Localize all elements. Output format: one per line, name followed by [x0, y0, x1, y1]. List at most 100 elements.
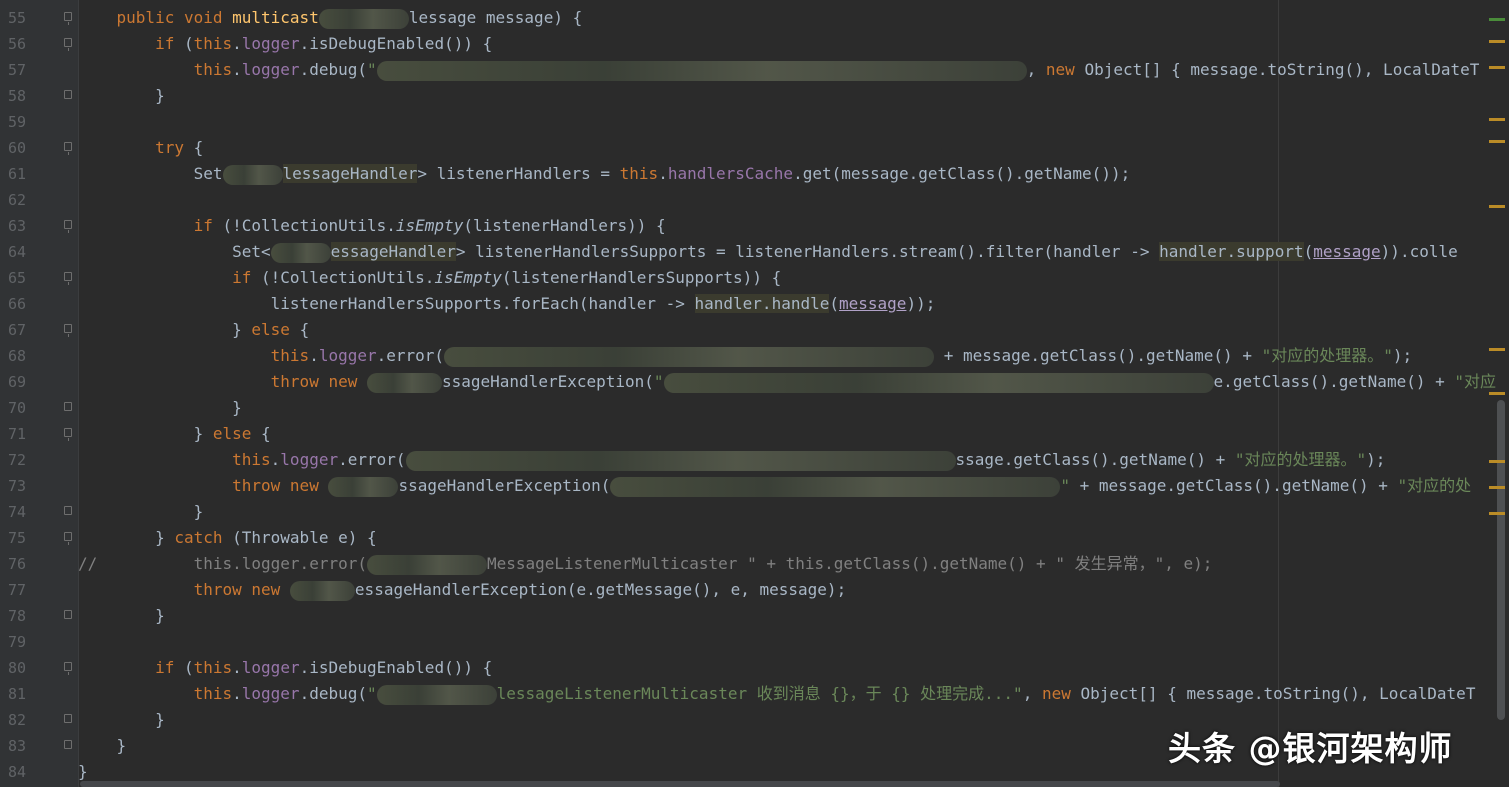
redacted-text — [366, 372, 442, 393]
code-line[interactable]: 55 public void multicast lessage message)… — [0, 5, 1509, 31]
code-token: } — [78, 710, 165, 729]
fold-marker-icon[interactable] — [64, 662, 72, 675]
code-token: new — [1041, 684, 1081, 703]
code-token: (Throwable e) { — [232, 528, 377, 547]
code-token: if — [155, 34, 184, 53]
code-line[interactable]: 69 throw new ssageHandlerException(" e.ge… — [0, 369, 1509, 395]
code-token: (!CollectionUtils. — [222, 216, 396, 235]
code-token: } — [78, 502, 204, 521]
error-stripe-marker[interactable] — [1489, 348, 1505, 351]
error-stripe-marker[interactable] — [1489, 460, 1505, 463]
code-line[interactable]: 65 if (!CollectionUtils.isEmpty(listener… — [0, 265, 1509, 291]
error-stripe-marker[interactable] — [1489, 18, 1505, 21]
code-line[interactable]: 76 // this.logger.error(MessageListenerMu… — [0, 551, 1509, 577]
redacted-text — [376, 60, 1027, 81]
code-token: .isDebugEnabled()) { — [299, 34, 493, 53]
code-line[interactable]: 73 throw new ssageHandlerException(" + m… — [0, 473, 1509, 499]
line-number: 74 — [7, 503, 26, 521]
code-line[interactable]: 78 } — [0, 603, 1509, 629]
vertical-scrollbar[interactable] — [1487, 0, 1509, 787]
code-line[interactable]: 56 if (this.logger.isDebugEnabled()) { — [0, 31, 1509, 57]
line-number: 59 — [7, 113, 26, 131]
code-token: try — [155, 138, 194, 157]
code-token: lessageHandler — [282, 164, 418, 183]
redacted-text — [222, 164, 283, 185]
error-stripe-marker[interactable] — [1489, 118, 1505, 121]
code-line[interactable]: 72 this.logger.error(ssage.getClass().ge… — [0, 447, 1509, 473]
fold-marker-icon[interactable] — [64, 12, 72, 25]
code-line[interactable]: 60 try { — [0, 135, 1509, 161]
fold-marker-icon[interactable] — [64, 324, 72, 337]
fold-marker-icon[interactable] — [64, 90, 72, 99]
code-line[interactable]: 59 — [0, 109, 1509, 135]
code-line[interactable]: 62 — [0, 187, 1509, 213]
error-stripe-marker[interactable] — [1489, 512, 1505, 515]
code-editor[interactable]: 55 public void multicast lessage message)… — [0, 0, 1509, 787]
code-line[interactable]: 58 } — [0, 83, 1509, 109]
code-token: } — [78, 86, 165, 105]
line-number: 56 — [7, 35, 26, 53]
code-token: .isDebugEnabled()) { — [299, 658, 493, 677]
code-token: .debug( — [299, 60, 367, 79]
code-text: if (!CollectionUtils.isEmpty(listenerHan… — [78, 213, 666, 239]
code-line[interactable]: 75 } catch (Throwable e) { — [0, 525, 1509, 551]
fold-marker-icon[interactable] — [64, 506, 72, 515]
code-token: logger — [241, 658, 300, 677]
error-stripe-marker[interactable] — [1489, 140, 1505, 143]
code-token: logger — [318, 346, 377, 365]
code-line[interactable]: 80 if (this.logger.isDebugEnabled()) { — [0, 655, 1509, 681]
code-line[interactable]: 74 } — [0, 499, 1509, 525]
fold-marker-icon[interactable] — [64, 714, 72, 723]
code-token: (!CollectionUtils. — [261, 268, 435, 287]
code-line[interactable]: 81 this.logger.debug(" lessageListenerMul… — [0, 681, 1509, 707]
code-line[interactable]: 57 this.logger.debug(", new Object[] { m… — [0, 57, 1509, 83]
fold-marker-icon[interactable] — [64, 142, 72, 155]
code-token: )); — [906, 294, 936, 313]
error-stripe-marker[interactable] — [1489, 66, 1505, 69]
error-stripe-marker[interactable] — [1489, 486, 1505, 489]
code-token: .error( — [338, 450, 406, 469]
code-line[interactable]: 63 if (!CollectionUtils.isEmpty(listener… — [0, 213, 1509, 239]
code-token: } — [78, 320, 252, 339]
code-line[interactable]: 68 this.logger.error( + message.getClass… — [0, 343, 1509, 369]
line-number: 66 — [7, 295, 26, 313]
code-text: throw new ssageHandlerException(" e.getCl… — [78, 369, 1496, 395]
code-text: } — [78, 707, 165, 733]
fold-marker-icon[interactable] — [64, 220, 72, 233]
code-token: "对应的处 — [1397, 476, 1472, 495]
fold-marker-icon[interactable] — [64, 428, 72, 441]
code-token: "对应的处理器。" — [1234, 450, 1367, 469]
code-token: Object[] { message.toString(), LocalDate… — [1084, 60, 1480, 79]
code-line[interactable]: 61 Set lessageHandler> listenerHandlers =… — [0, 161, 1509, 187]
code-line[interactable]: 67 } else { — [0, 317, 1509, 343]
code-text: if (this.logger.isDebugEnabled()) { — [78, 655, 492, 681]
error-stripe-marker[interactable] — [1489, 205, 1505, 208]
code-line[interactable]: 79 — [0, 629, 1509, 655]
code-line[interactable]: 71 } else { — [0, 421, 1509, 447]
horizontal-scrollbar[interactable] — [80, 781, 1280, 787]
fold-marker-icon[interactable] — [64, 402, 72, 411]
fold-marker-icon[interactable] — [64, 610, 72, 619]
line-number: 57 — [7, 61, 26, 79]
error-stripe-marker[interactable] — [1489, 40, 1505, 43]
code-line[interactable]: 66 listenerHandlersSupports.forEach(hand… — [0, 291, 1509, 317]
fold-marker-icon[interactable] — [64, 532, 72, 545]
code-line[interactable]: 64 Set< essageHandler> listenerHandlersSu… — [0, 239, 1509, 265]
scrollbar-thumb[interactable] — [1497, 400, 1505, 720]
code-line[interactable]: 70 } — [0, 395, 1509, 421]
code-token: ( — [1303, 242, 1314, 261]
fold-marker-icon[interactable] — [64, 272, 72, 285]
redacted-text — [318, 8, 409, 29]
fold-marker-icon[interactable] — [64, 38, 72, 51]
code-token: if — [232, 268, 262, 287]
code-line[interactable]: 77 throw new essageHandlerException(e.ge… — [0, 577, 1509, 603]
redacted-text — [366, 554, 487, 575]
code-token: Object[] { message.toString(), LocalDate… — [1080, 684, 1476, 703]
code-text: Set< essageHandler> listenerHandlersSuppo… — [78, 239, 1458, 265]
code-token: throw new — [193, 580, 290, 599]
code-token: (listenerHandlersSupports)) { — [501, 268, 782, 287]
error-stripe-marker[interactable] — [1489, 392, 1505, 395]
fold-marker-icon[interactable] — [64, 740, 72, 749]
code-token: handlersCache — [667, 164, 794, 183]
